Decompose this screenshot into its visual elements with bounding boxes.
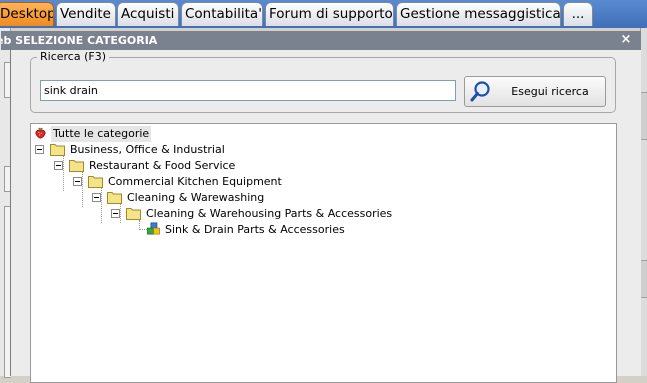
category-tree: Tutte le categorie Business, Office & In… — [30, 123, 617, 383]
category-selection-dialog: eb SELEZIONE CATEGORIA × Ricerca (F3) Es… — [1, 31, 641, 383]
collapse-icon[interactable] — [111, 209, 120, 218]
dialog-title: eb SELEZIONE CATEGORIA — [1, 34, 158, 47]
tree-node-business[interactable]: Business, Office & Industrial — [31, 142, 331, 158]
tab-contabilita[interactable]: Contabilita' — [181, 2, 263, 26]
collapse-icon[interactable] — [73, 177, 82, 186]
tree-node-label: Cleaning & Warehousing Parts & Accessori… — [146, 207, 393, 220]
tree-node-label: Business, Office & Industrial — [70, 143, 225, 156]
tree-node-label: Restaurant & Food Service — [89, 159, 236, 172]
folder-icon — [107, 192, 122, 204]
close-icon[interactable]: × — [619, 33, 633, 47]
tab-more[interactable]: ... — [563, 2, 593, 26]
main-tab-bar: Desktop Vendite Acquisti Contabilita' Fo… — [0, 0, 647, 28]
leaf-category-icon — [147, 222, 160, 235]
tree-node-label: Commercial Kitchen Equipment — [108, 175, 282, 188]
tree-node-label: Cleaning & Warewashing — [127, 191, 265, 204]
search-button-label: Esegui ricerca — [511, 85, 589, 98]
tree-node-cleaning-warewashing[interactable]: Cleaning & Warewashing — [31, 190, 361, 206]
dialog-title-bar: eb SELEZIONE CATEGORIA × — [1, 31, 641, 50]
tree-root-label: Tutte le categorie — [51, 126, 152, 142]
strawberry-icon — [35, 127, 46, 139]
collapse-icon[interactable] — [54, 161, 63, 170]
tree-node-label: Sink & Drain Parts & Accessories — [165, 223, 345, 236]
search-group-label: Ricerca (F3) — [37, 50, 109, 63]
tab-desktop[interactable]: Desktop — [0, 2, 54, 26]
tab-acquisti[interactable]: Acquisti — [117, 2, 179, 26]
background-window-right — [640, 28, 647, 376]
folder-icon — [88, 176, 103, 188]
search-group: Ricerca (F3) Esegui ricerca — [30, 50, 616, 113]
folder-icon — [126, 208, 141, 220]
tree-node-commercial-kitchen[interactable]: Commercial Kitchen Equipment — [31, 174, 361, 190]
tab-gestione-messaggistica[interactable]: Gestione messaggistica — [396, 2, 561, 26]
tab-forum-supporto[interactable]: Forum di supporto — [265, 2, 394, 26]
folder-icon — [50, 144, 65, 156]
tree-node-restaurant[interactable]: Restaurant & Food Service — [31, 158, 331, 174]
tree-node-cleaning-warehousing-parts[interactable]: Cleaning & Warehousing Parts & Accessori… — [31, 206, 431, 222]
collapse-icon[interactable] — [92, 193, 101, 202]
tree-node-sink-drain-parts[interactable]: Sink & Drain Parts & Accessories — [31, 222, 431, 238]
search-input[interactable] — [40, 80, 456, 101]
collapse-icon[interactable] — [35, 145, 44, 154]
tab-vendite[interactable]: Vendite — [56, 2, 116, 26]
search-button[interactable]: Esegui ricerca — [464, 76, 606, 107]
folder-icon — [69, 160, 84, 172]
